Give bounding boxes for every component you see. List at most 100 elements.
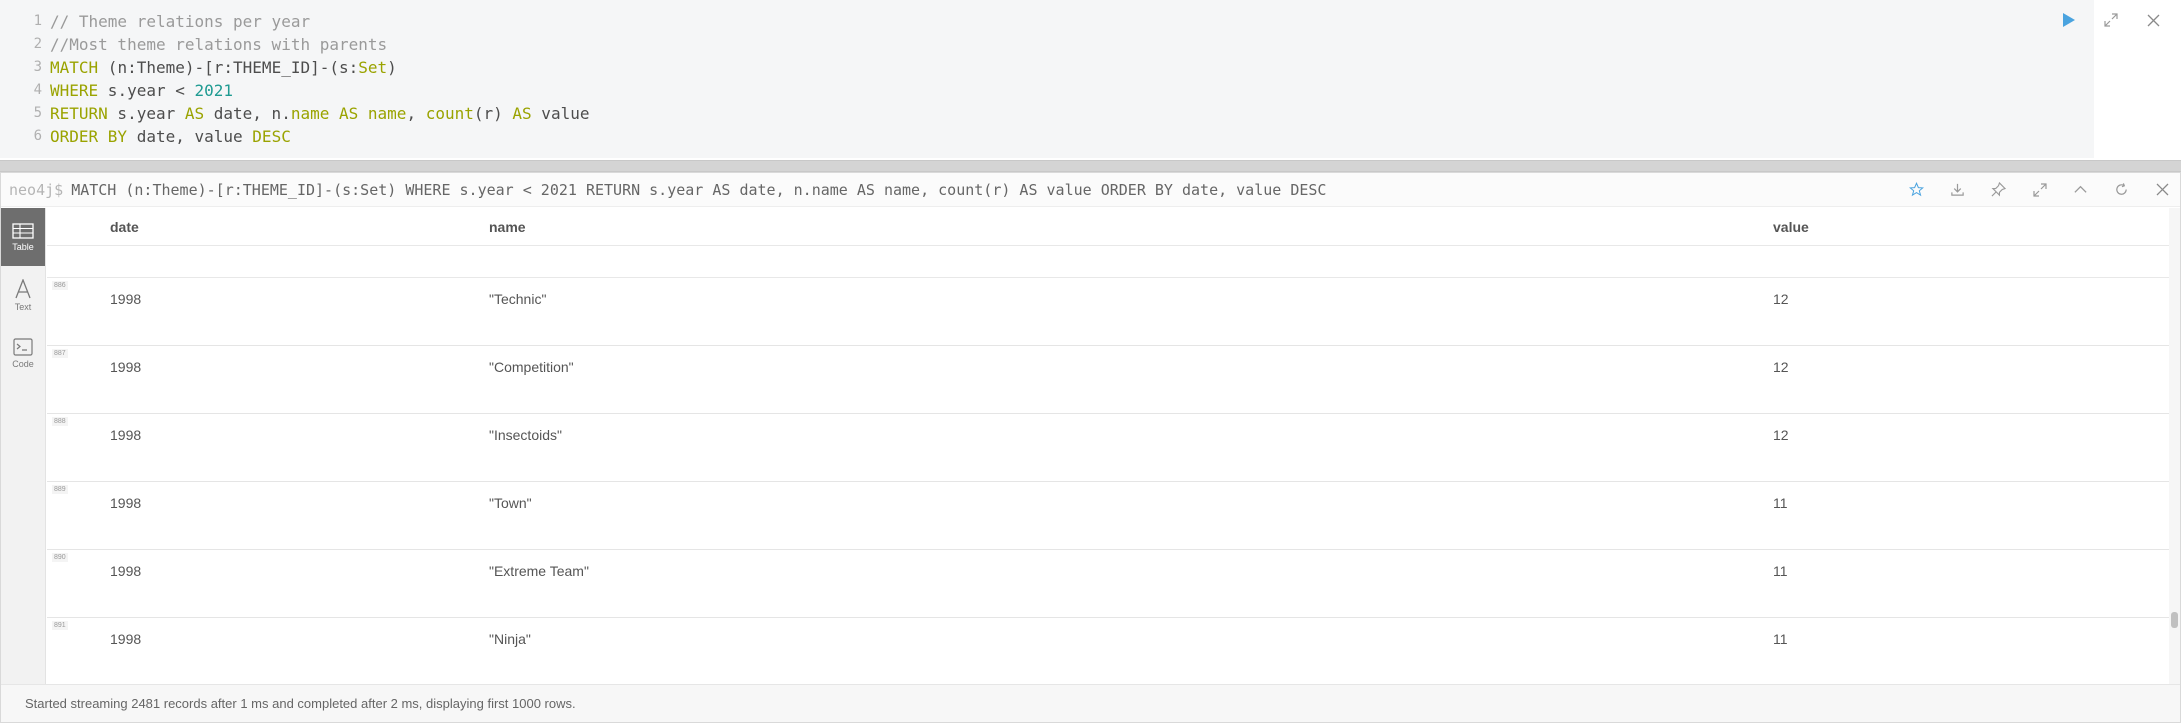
play-icon: [2063, 13, 2075, 27]
code-token: ORDER BY: [50, 127, 128, 146]
row-index: 888: [52, 417, 68, 426]
code-text: WHERE s.year < 2021: [50, 79, 233, 102]
cell-value: 12: [1773, 427, 1789, 443]
table-row[interactable]: 890 1998 "Extreme Team" 11: [47, 550, 2171, 618]
code-token: Set: [358, 58, 388, 77]
code-line[interactable]: 5 RETURN s.year AS date, n.name AS name, …: [0, 102, 2094, 125]
code-token: ,: [406, 104, 426, 123]
rerun-button[interactable]: [2112, 180, 2131, 199]
cell-name: "Insectoids": [489, 427, 562, 443]
code-line[interactable]: 4 WHERE s.year < 2021: [0, 79, 2094, 102]
table-row-partial: [47, 246, 2171, 278]
scrollbar-thumb[interactable]: [2171, 612, 2178, 628]
frame-header: neo4j$ MATCH (n:Theme)-[r:THEME_ID]-(s:S…: [1, 173, 2180, 207]
frame-fullscreen-button[interactable]: [2030, 180, 2049, 199]
cell-value: 11: [1773, 631, 1788, 647]
column-header-date[interactable]: date: [110, 219, 139, 235]
close-icon: [2147, 14, 2159, 26]
line-number: 1: [33, 13, 42, 29]
star-icon: [1909, 182, 1924, 197]
line-number: 6: [33, 128, 42, 144]
code-text: // Theme relations per year: [50, 10, 310, 33]
frame-query[interactable]: MATCH (n:Theme)-[r:THEME_ID]-(s:Set) WHE…: [71, 181, 1326, 199]
download-button[interactable]: [1948, 180, 1967, 199]
code-token: // Theme relations per year: [50, 12, 311, 31]
result-frame: neo4j$ MATCH (n:Theme)-[r:THEME_ID]-(s:S…: [0, 172, 2181, 723]
tab-code-label: Code: [12, 358, 34, 369]
pin-button[interactable]: [1989, 180, 2008, 199]
code-token: name: [290, 104, 330, 123]
tab-text-label: Text: [14, 301, 32, 312]
table-body: 886 1998 "Technic" 12 887 1998 "Competition" 12…: [47, 278, 2171, 684]
code-token: (r): [473, 104, 513, 123]
row-index: 886: [52, 281, 68, 290]
code-token: date, value: [127, 127, 253, 146]
code-token: DESC: [252, 127, 291, 146]
line-number: 5: [33, 105, 42, 121]
table-row[interactable]: 888 1998 "Insectoids" 12: [47, 414, 2171, 482]
cell-name: "Competition": [489, 359, 574, 375]
code-line[interactable]: 6 ORDER BY date, value DESC: [0, 125, 2094, 148]
row-index: 890: [52, 553, 68, 562]
cell-name: "Extreme Team": [489, 563, 589, 579]
code-line[interactable]: 2 //Most theme relations with parents: [0, 33, 2094, 56]
tab-code[interactable]: Code: [1, 324, 45, 382]
code-token: //Most theme relations with parents: [50, 35, 388, 54]
code-token: value: [531, 104, 590, 123]
editor-fullscreen-button[interactable]: [2101, 10, 2121, 30]
table-row[interactable]: 887 1998 "Competition" 12: [47, 346, 2171, 414]
code-token: MATCH: [50, 58, 99, 77]
code-line[interactable]: 1 // Theme relations per year: [0, 10, 2094, 33]
cell-name: "Technic": [489, 291, 547, 307]
column-header-name[interactable]: name: [489, 219, 526, 235]
line-number: 2: [33, 36, 42, 52]
code-text: //Most theme relations with parents: [50, 33, 387, 56]
code-text: MATCH (n:Theme)-[r:THEME_ID]-(s:Set): [50, 56, 397, 79]
table-row[interactable]: 891 1998 "Ninja" 11: [47, 618, 2171, 684]
cell-value: 12: [1773, 359, 1789, 375]
collapse-button[interactable]: [2071, 180, 2090, 199]
row-index: 891: [52, 621, 68, 630]
line-number: 4: [33, 82, 42, 98]
text-icon: [15, 278, 31, 298]
table-row[interactable]: 886 1998 "Technic" 12: [47, 278, 2171, 346]
column-header-value[interactable]: value: [1773, 219, 1809, 235]
pin-icon: [1991, 182, 2006, 197]
table-row[interactable]: 889 1998 "Town" 11: [47, 482, 2171, 550]
expand-icon: [2032, 182, 2047, 197]
row-index: 889: [52, 485, 68, 494]
status-bar: Started streaming 2481 records after 1 m…: [1, 684, 2180, 722]
frame-actions: [1907, 180, 2172, 199]
code-token: AS: [339, 104, 359, 123]
table-scrollbar[interactable]: [2169, 208, 2180, 684]
cell-value: 11: [1773, 495, 1788, 511]
view-sidebar: Table Text Code: [1, 208, 46, 684]
editor-divider[interactable]: [0, 160, 2181, 172]
close-icon: [2156, 183, 2169, 196]
row-index: 887: [52, 349, 68, 358]
cell-date: 1998: [110, 495, 142, 511]
cell-value: 12: [1773, 291, 1789, 307]
tab-table[interactable]: Table: [1, 208, 45, 266]
favorite-button[interactable]: [1907, 180, 1926, 199]
cell-date: 1998: [110, 427, 142, 443]
code-token: AS: [184, 104, 205, 123]
cell-date: 1998: [110, 359, 142, 375]
refresh-icon: [2116, 183, 2127, 195]
cell-date: 1998: [110, 563, 142, 579]
code-token: s.year: [107, 104, 185, 123]
code-editor-area[interactable]: 1 // Theme relations per year 2 //Most them…: [0, 0, 2094, 158]
cell-value: 11: [1773, 563, 1788, 579]
code-token: AS: [512, 104, 532, 123]
cell-name: "Town": [489, 495, 532, 511]
run-button[interactable]: [2059, 10, 2079, 30]
cell-date: 1998: [110, 291, 142, 307]
query-editor: 1 // Theme relations per year 2 //Most them…: [0, 0, 2181, 164]
frame-close-button[interactable]: [2153, 180, 2172, 199]
code-token: count: [425, 104, 474, 123]
tab-text[interactable]: Text: [1, 266, 45, 324]
code-line[interactable]: 3 MATCH (n:Theme)-[r:THEME_ID]-(s:Set): [0, 56, 2094, 79]
editor-close-button[interactable]: [2143, 10, 2163, 30]
code-text: RETURN s.year AS date, n.name AS name, c…: [50, 102, 589, 125]
